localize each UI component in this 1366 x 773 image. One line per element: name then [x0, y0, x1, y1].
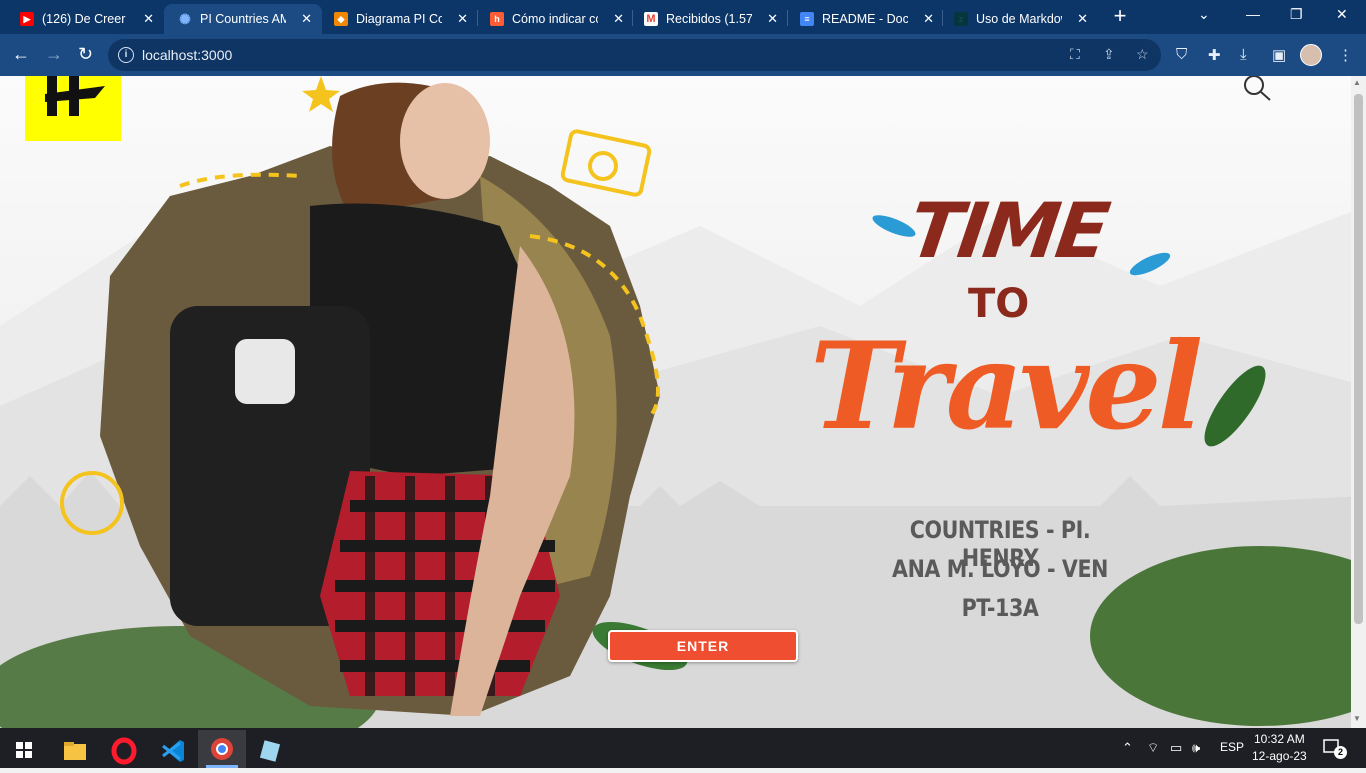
- close-tab-icon[interactable]: ✕: [143, 11, 154, 27]
- page-scrollbar[interactable]: ▲ ▼: [1351, 76, 1366, 728]
- tab-gmail[interactable]: M Recibidos (1.578) ✕: [630, 4, 788, 34]
- tab-readme[interactable]: ≡ README - Docum ✕: [786, 4, 944, 34]
- windows-taskbar: ⌃ ⌔ ▭ 🕪 ESP 10:32 AM 12-ago-23 2: [0, 728, 1366, 768]
- tab-como-indicar[interactable]: h Cómo indicar col ✕: [476, 4, 634, 34]
- tab-strip: ▶ (126) De Creer En ✕ ✺ PI Countries AML…: [0, 0, 1366, 34]
- translate-icon[interactable]: ⛶: [1070, 46, 1080, 63]
- extensions-puzzle-icon[interactable]: ✚: [1208, 46, 1221, 64]
- enter-button[interactable]: ENTER: [608, 630, 798, 662]
- tab-title: Diagrama PI Coun: [356, 12, 442, 26]
- subtitle-line-2: ANA M. LOYO - VEN: [892, 555, 1108, 583]
- zendesk-icon: z: [954, 12, 968, 26]
- docs-icon: ≡: [800, 12, 814, 26]
- page-viewport: TIME TO Travel COUNTRIES - PI. HENRY ANA…: [0, 76, 1366, 728]
- scroll-down-arrow-icon[interactable]: ▼: [1353, 714, 1361, 723]
- side-panel-icon[interactable]: ▣: [1272, 46, 1286, 64]
- close-window-icon[interactable]: ✕: [1336, 6, 1348, 23]
- back-icon[interactable]: ←: [12, 44, 30, 65]
- tab-title: README - Docum: [822, 12, 908, 26]
- url-text[interactable]: localhost:3000: [142, 47, 232, 63]
- notepad-icon[interactable]: [250, 734, 290, 768]
- tab-youtube[interactable]: ▶ (126) De Creer En ✕: [6, 4, 164, 34]
- subtitle-line-3: PT-13A: [961, 594, 1039, 622]
- reload-icon[interactable]: ↻: [78, 44, 93, 65]
- tab-title: (126) De Creer En: [42, 12, 128, 26]
- tab-markdown[interactable]: z Uso de Markdow ✕: [940, 4, 1098, 34]
- windows-start-icon[interactable]: [4, 734, 44, 768]
- shield-extension-icon[interactable]: ⛉: [1176, 46, 1187, 63]
- volume-icon[interactable]: 🕪: [1192, 740, 1200, 756]
- scrollbar-thumb[interactable]: [1354, 94, 1363, 624]
- close-tab-icon[interactable]: ✕: [301, 11, 312, 27]
- chrome-taskbar-button[interactable]: [198, 730, 246, 768]
- title-line-travel: Travel: [810, 316, 1203, 457]
- system-clock[interactable]: 10:32 AM 12-ago-23: [1252, 731, 1307, 765]
- address-bar[interactable]: i localhost:3000 ⛶ ⇪ ☆: [108, 39, 1161, 71]
- search-icon[interactable]: [1240, 76, 1272, 104]
- menu-kebab-icon[interactable]: ⋮: [1338, 46, 1353, 64]
- file-explorer-icon[interactable]: [54, 734, 94, 768]
- tab-title: Recibidos (1.578): [666, 12, 752, 26]
- drawio-icon: ◆: [334, 12, 348, 26]
- tab-title: PI Countries AML: [200, 12, 286, 26]
- close-tab-icon[interactable]: ✕: [1077, 11, 1088, 27]
- tab-title: Uso de Markdow: [976, 12, 1062, 26]
- tab-title: Cómo indicar col: [512, 12, 598, 26]
- tab-diagrama[interactable]: ◆ Diagrama PI Coun ✕: [320, 4, 478, 34]
- scroll-up-arrow-icon[interactable]: ▲: [1353, 78, 1361, 87]
- minimize-icon[interactable]: —: [1246, 6, 1260, 22]
- close-tab-icon[interactable]: ✕: [923, 11, 934, 27]
- close-tab-icon[interactable]: ✕: [457, 11, 468, 27]
- tab-search-icon[interactable]: ⌄: [1198, 6, 1210, 23]
- download-icon[interactable]: ⤓: [1240, 46, 1247, 63]
- new-tab-button[interactable]: +: [1110, 5, 1130, 29]
- show-hidden-icons-icon[interactable]: ⌃: [1122, 740, 1133, 756]
- opera-icon[interactable]: [104, 734, 144, 768]
- battery-icon[interactable]: ▭: [1170, 740, 1182, 756]
- notification-center-icon[interactable]: 2: [1322, 738, 1347, 759]
- restore-icon[interactable]: ❐: [1290, 6, 1303, 23]
- profile-avatar[interactable]: [1300, 44, 1322, 66]
- hubspot-icon: h: [490, 12, 504, 26]
- language-indicator[interactable]: ESP: [1220, 740, 1244, 754]
- close-tab-icon[interactable]: ✕: [613, 11, 624, 27]
- network-icon[interactable]: ⌔: [1147, 740, 1159, 756]
- clock-time: 10:32 AM: [1254, 732, 1305, 746]
- notification-count-badge: 2: [1334, 746, 1347, 759]
- gmail-icon: M: [644, 12, 658, 26]
- vscode-icon[interactable]: [153, 734, 193, 768]
- youtube-icon: ▶: [20, 12, 34, 26]
- chrome-icon: [206, 738, 238, 768]
- share-icon[interactable]: ⇪: [1103, 46, 1115, 63]
- browser-toolbar: ← → ↻ i localhost:3000 ⛶ ⇪ ☆ ⛉ ✚ ⤓ ▣ ⋮: [0, 34, 1366, 76]
- site-info-icon[interactable]: i: [118, 47, 134, 63]
- forward-icon[interactable]: →: [45, 44, 63, 65]
- react-icon: ✺: [179, 10, 191, 27]
- close-tab-icon[interactable]: ✕: [767, 11, 778, 27]
- title-line-time: TIME: [903, 186, 1112, 275]
- tab-pi-countries[interactable]: ✺ PI Countries AML ✕: [164, 4, 322, 34]
- clock-date: 12-ago-23: [1252, 749, 1307, 763]
- bookmark-star-icon[interactable]: ☆: [1136, 46, 1149, 63]
